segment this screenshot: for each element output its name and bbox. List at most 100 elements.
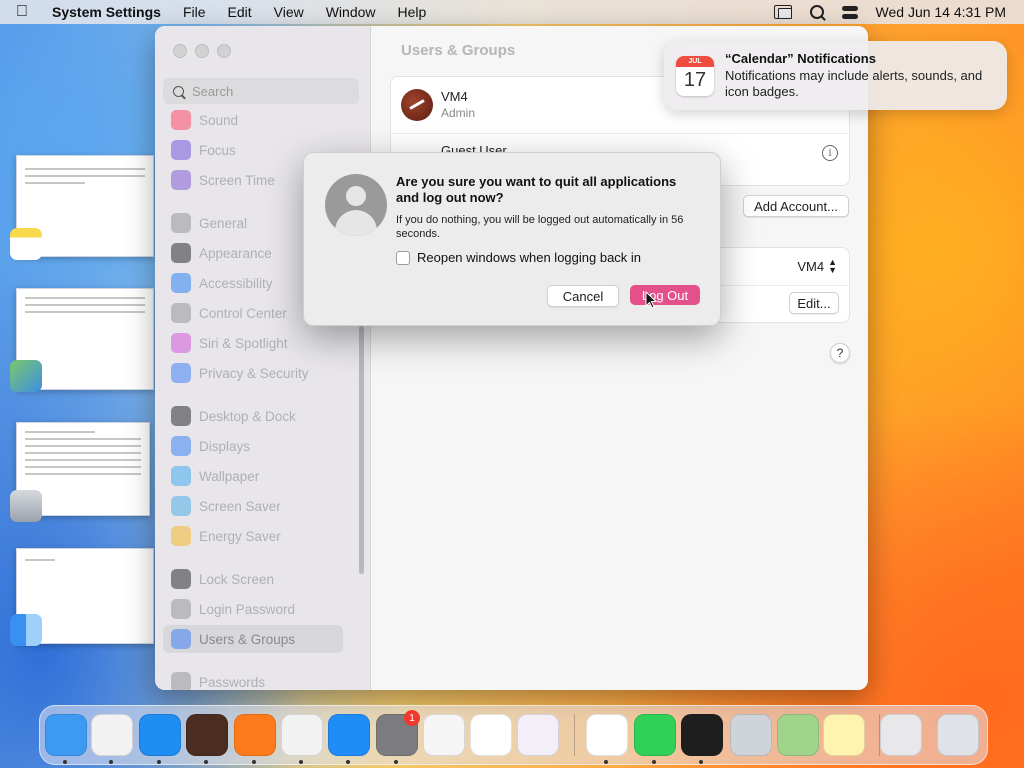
apple-menu-icon[interactable]:  (16, 3, 38, 21)
trash-icon[interactable] (937, 714, 979, 756)
menu-clock[interactable]: Wed Jun 14 4:31 PM (876, 4, 1006, 20)
focus-icon (171, 140, 191, 160)
terminal-icon[interactable] (681, 714, 723, 756)
calendar-icon: JUL 17 (676, 56, 714, 96)
sidebar-item-label: Focus (199, 142, 236, 158)
wallpaper-icon (171, 466, 191, 486)
sound-icon (171, 110, 191, 130)
menu-file[interactable]: File (183, 4, 206, 20)
auto-login-value: VM4 (797, 258, 825, 274)
textedit-icon[interactable] (423, 714, 465, 756)
sidebar-item-passwords[interactable]: Passwords (163, 668, 363, 690)
siri-icon (171, 333, 191, 353)
installer-app-icon (10, 490, 42, 522)
sidebar-item-label: Login Password (199, 601, 296, 617)
maps-icon[interactable] (777, 714, 819, 756)
notes-icon[interactable] (823, 714, 865, 756)
screen-mirroring-icon[interactable] (773, 5, 792, 19)
desktop-dock-icon (171, 406, 191, 426)
sidebar-item-label: Lock Screen (199, 571, 275, 587)
facetime-icon[interactable] (634, 714, 676, 756)
system-settings-window: Search Sound Focus Screen Time General Appea… (155, 26, 868, 690)
edit-button[interactable]: Edit... (789, 292, 839, 314)
dock-separator (574, 714, 575, 756)
menu-edit[interactable]: Edit (228, 4, 252, 20)
installer-icon[interactable] (730, 714, 772, 756)
sidebar-item-label: Appearance (199, 245, 272, 261)
finder-icon[interactable] (45, 714, 87, 756)
running-indicator (63, 760, 67, 764)
chrome-icon[interactable] (281, 714, 323, 756)
info-icon[interactable]: i (822, 145, 838, 161)
menu-app-name[interactable]: System Settings (52, 4, 161, 20)
downloads-stack-icon[interactable] (880, 714, 922, 756)
close-window-button[interactable] (173, 44, 187, 58)
calendar-notification[interactable]: JUL 17 “Calendar” Notifications Notifica… (664, 41, 1007, 110)
users-groups-icon (171, 629, 191, 649)
divider (391, 133, 849, 134)
running-indicator (394, 760, 398, 764)
sidebar-item-siri-spotlight[interactable]: Siri & Spotlight (163, 329, 363, 357)
app-store-icon[interactable] (328, 714, 370, 756)
login-password-icon (171, 599, 191, 619)
user-silhouette-icon (325, 174, 387, 236)
safari-icon[interactable] (139, 714, 181, 756)
dialog-message: If you do nothing, you will be logged ou… (396, 214, 684, 240)
auto-login-popup[interactable]: VM4 ▲ ▼ (797, 257, 837, 275)
menu-window[interactable]: Window (326, 4, 376, 20)
help-button[interactable]: ? (830, 343, 850, 363)
reopen-windows-checkbox[interactable]: Reopen windows when logging back in (396, 250, 641, 265)
sidebar-item-label: Desktop & Dock (199, 408, 296, 424)
sidebar-item-label: Energy Saver (199, 528, 281, 544)
running-indicator (652, 760, 656, 764)
sidebar-item-label: General (199, 215, 248, 231)
sidebar-scrollbar[interactable] (359, 326, 364, 574)
running-indicator (204, 760, 208, 764)
log-out-button[interactable]: Log Out (630, 285, 700, 305)
settings-search-field[interactable]: Search (163, 78, 359, 104)
vscode-2-icon[interactable] (586, 714, 628, 756)
sidebar-item-energy-saver[interactable]: Energy Saver (163, 522, 363, 550)
sidebar-item-label: Wallpaper (199, 468, 260, 484)
calendar-month: JUL (676, 56, 714, 67)
vscode-icon[interactable] (470, 714, 512, 756)
settings-main-pane: Users & Groups VM4 Admin Guest User i Ad… (370, 26, 868, 690)
minimize-window-button[interactable] (195, 44, 209, 58)
sidebar-item-privacy-security[interactable]: Privacy & Security (163, 359, 363, 387)
menu-view[interactable]: View (274, 4, 304, 20)
search-placeholder: Search (192, 83, 234, 99)
logout-dialog: Are you sure you want to quit all applic… (303, 152, 721, 326)
spotlight-search-icon[interactable] (809, 5, 824, 19)
zoom-window-button[interactable] (217, 44, 231, 58)
sidebar-item-users-groups[interactable]: Users & Groups (163, 625, 343, 653)
sidebar-item-screen-saver[interactable]: Screen Saver (163, 492, 363, 520)
visual-studio-icon[interactable] (517, 714, 559, 756)
firefox-icon[interactable] (234, 714, 276, 756)
running-indicator (157, 760, 161, 764)
menu-help[interactable]: Help (398, 4, 427, 20)
running-indicator (346, 760, 350, 764)
sidebar-item-lock-screen[interactable]: Lock Screen (163, 565, 363, 593)
sidebar-item-wallpaper[interactable]: Wallpaper (163, 462, 363, 490)
control-center-icon[interactable] (841, 5, 858, 19)
search-icon (173, 85, 184, 97)
running-indicator (604, 760, 608, 764)
user-name[interactable]: VM4 (441, 89, 468, 104)
sidebar-item-displays[interactable]: Displays (163, 432, 363, 460)
football-avatar-icon (401, 89, 433, 121)
sidebar-item-sound[interactable]: Sound (163, 106, 363, 134)
dialog-title: Are you sure you want to quit all applic… (396, 174, 677, 205)
checkbox-box[interactable] (396, 250, 410, 265)
updown-chevron-icon: ▲ ▼ (828, 257, 837, 275)
sidebar-item-desktop-dock[interactable]: Desktop & Dock (163, 402, 363, 430)
sidebar-item-label: Siri & Spotlight (199, 335, 288, 351)
add-account-button[interactable]: Add Account... (743, 195, 849, 217)
garageband-icon[interactable] (186, 714, 228, 756)
key-icon (171, 672, 191, 690)
sidebar-item-label: Privacy & Security (199, 365, 309, 381)
cancel-button[interactable]: Cancel (547, 285, 619, 307)
gear-icon (171, 213, 191, 233)
launchpad-icon[interactable] (91, 714, 133, 756)
notification-title: “Calendar” Notifications (725, 51, 876, 66)
sidebar-item-login-password[interactable]: Login Password (163, 595, 363, 623)
